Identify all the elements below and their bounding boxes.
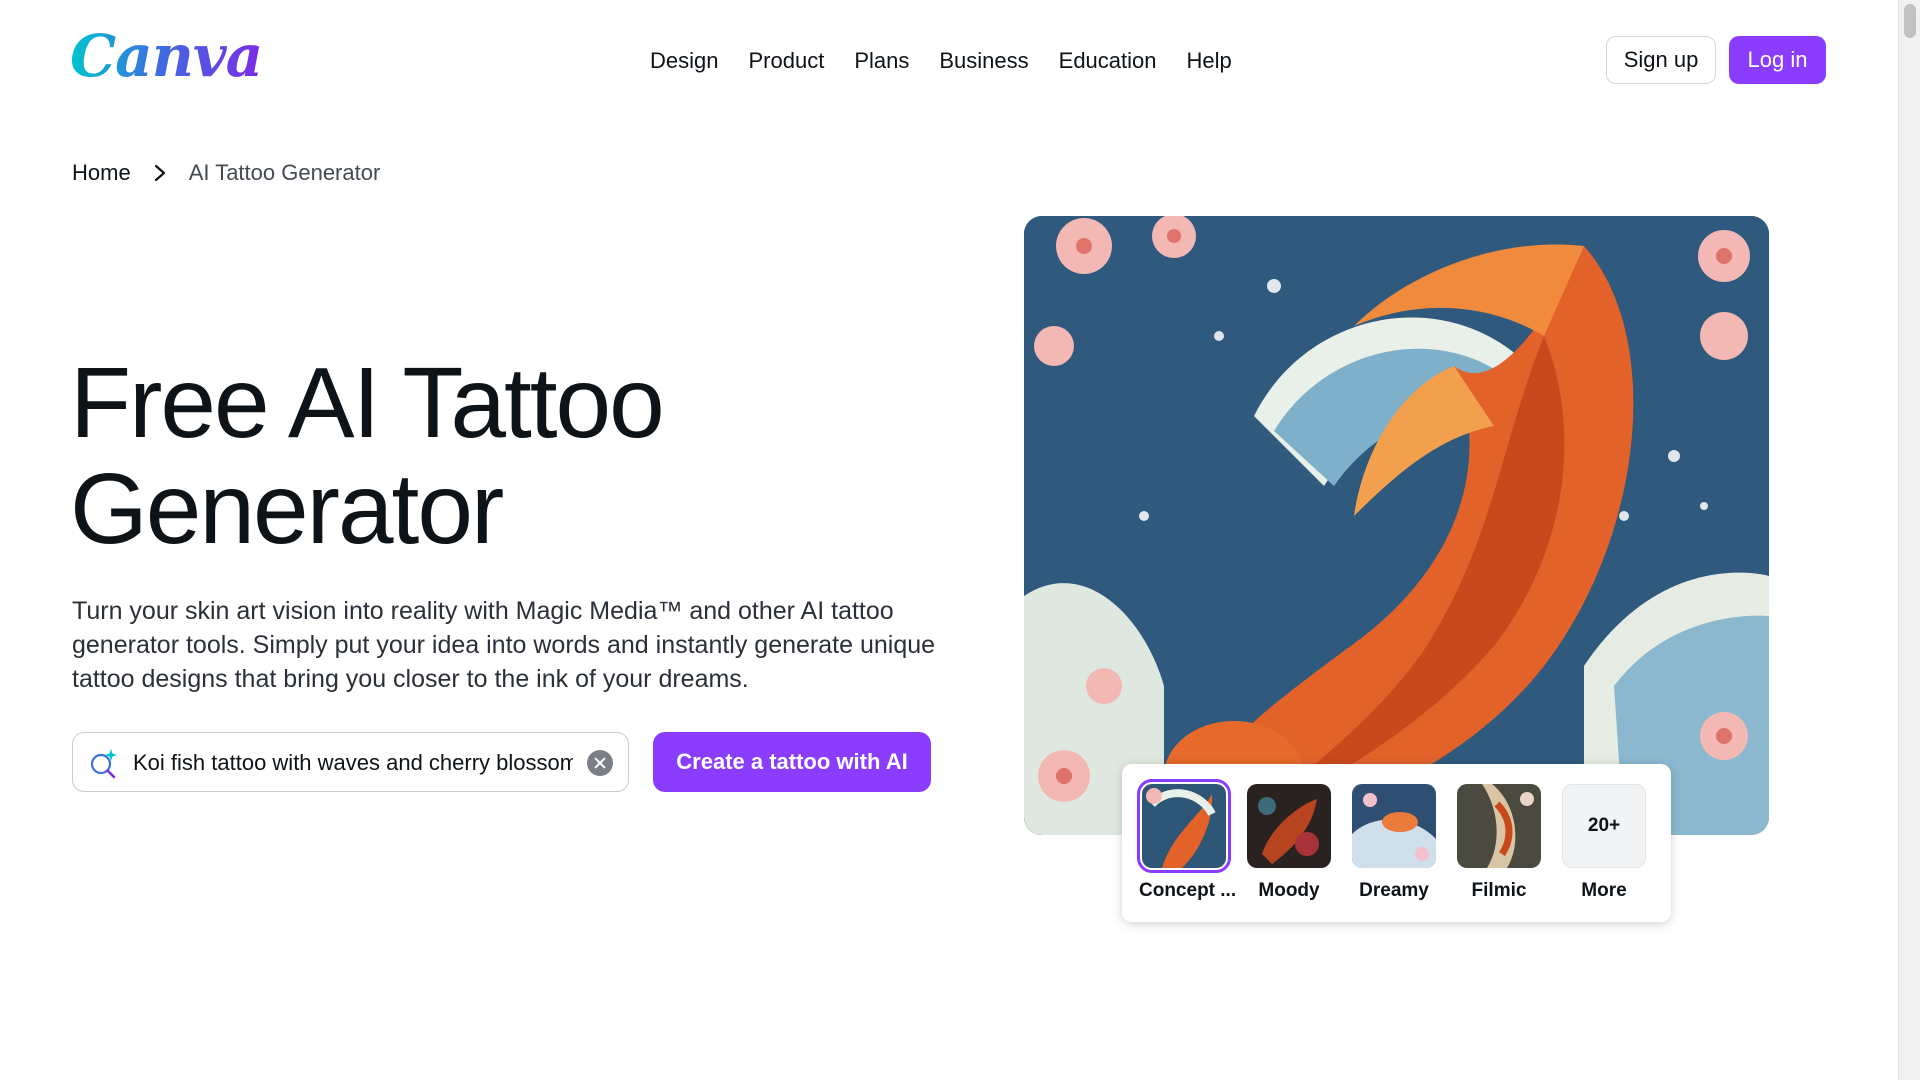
site-header: Canva Design Product Plans Business Educ… [0, 0, 1898, 120]
nav-product[interactable]: Product [748, 44, 824, 78]
style-thumb-concept [1137, 779, 1231, 873]
style-option-moody[interactable]: Moody [1244, 784, 1334, 902]
breadcrumb-current: AI Tattoo Generator [188, 160, 381, 185]
nav-education[interactable]: Education [1059, 44, 1157, 78]
breadcrumb-home[interactable]: Home [72, 160, 131, 186]
title-line-1: Free AI Tattoo [70, 347, 665, 459]
main-nav: Design Product Plans Business Education … [650, 44, 1262, 78]
nav-help[interactable]: Help [1187, 44, 1232, 78]
breadcrumb: Home AI Tattoo Generator [72, 160, 380, 186]
magic-search-icon [87, 746, 121, 780]
style-label-moody: Moody [1258, 880, 1320, 901]
signup-button[interactable]: Sign up [1606, 36, 1716, 84]
chevron-right-icon [153, 163, 167, 183]
login-button[interactable]: Log in [1729, 36, 1826, 84]
style-thumb-moody [1247, 784, 1331, 868]
style-option-dreamy[interactable]: Dreamy [1349, 784, 1439, 902]
page-title: Free AI Tattoo Generator [70, 350, 970, 562]
nav-plans[interactable]: Plans [854, 44, 909, 78]
style-label-concept: Concept ... [1139, 880, 1237, 901]
style-thumb-dreamy [1352, 784, 1436, 868]
style-option-more[interactable]: 20+ More [1559, 784, 1649, 902]
prompt-search-box[interactable] [72, 732, 629, 792]
canva-logo[interactable]: Canva [70, 22, 263, 90]
more-styles-count: 20+ [1562, 784, 1646, 868]
style-label-more: More [1581, 880, 1627, 901]
style-picker-panel: Concept ... Moody Dreamy Filmic 20+ More [1122, 764, 1671, 922]
scrollbar-thumb[interactable] [1904, 4, 1916, 38]
style-label-filmic: Filmic [1471, 880, 1527, 901]
style-option-concept[interactable]: Concept ... [1137, 779, 1237, 902]
create-tattoo-button[interactable]: Create a tattoo with AI [653, 732, 931, 792]
clear-icon[interactable] [587, 750, 613, 776]
nav-design[interactable]: Design [650, 44, 718, 78]
style-thumb-filmic [1457, 784, 1541, 868]
style-label-dreamy: Dreamy [1359, 880, 1429, 901]
title-line-2: Generator [70, 453, 504, 565]
page-scrollbar[interactable] [1898, 0, 1920, 1080]
style-option-filmic[interactable]: Filmic [1454, 784, 1544, 902]
koi-tattoo-image [1024, 216, 1769, 835]
prompt-input[interactable] [133, 745, 573, 781]
nav-business[interactable]: Business [939, 44, 1028, 78]
hero-description: Turn your skin art vision into reality w… [72, 597, 936, 693]
